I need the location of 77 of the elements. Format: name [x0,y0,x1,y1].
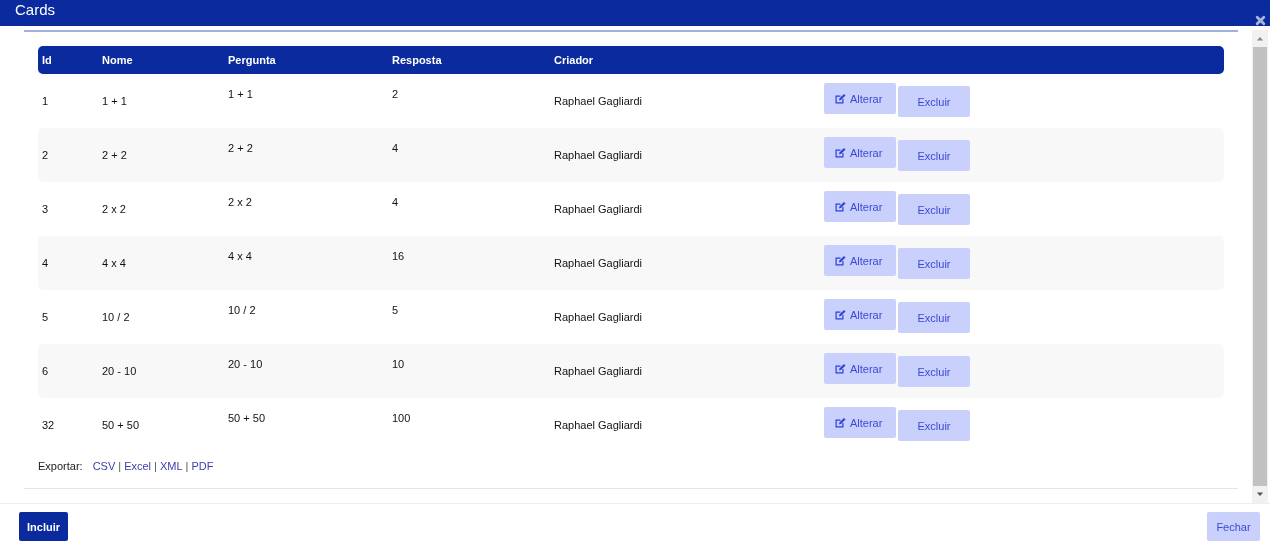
edit-icon [834,362,846,375]
table-cell-text: 5 [41,311,50,323]
export-link[interactable]: XML [159,460,183,472]
table-cell-text: 10 / 2 [102,311,131,323]
table-cell-text: Raphael Gagliardi [554,257,644,269]
edit-button[interactable]: Alterar [824,299,896,330]
export-link[interactable]: PDF [191,460,214,472]
table-cell-text: 100 [392,412,412,424]
scroll-down-icon[interactable] [1256,492,1264,497]
table-cell-text: 10 / 2 [228,304,257,316]
edit-icon [834,146,846,159]
edit-button[interactable]: Alterar [824,407,896,438]
column-header: Pergunta [228,54,277,66]
close-icon[interactable] [1255,14,1266,26]
table-cell-text: 2 + 2 [228,142,254,154]
edit-button[interactable]: Alterar [824,83,896,114]
delete-button[interactable]: Excluir [898,302,970,333]
scrollbar-thumb[interactable] [1253,47,1267,486]
table-cell-text: Raphael Gagliardi [554,95,644,107]
table-cell-text: 1 [41,95,50,107]
column-header: Resposta [392,54,443,66]
include-button[interactable]: Incluir [19,512,68,541]
table-cell-text: 2 [392,88,400,100]
table-cell-text: 2 [41,149,50,161]
edit-button[interactable]: Alterar [824,245,896,276]
delete-button[interactable]: Excluir [898,356,970,387]
window-title: Cards [15,0,55,18]
table-cell-text: 20 - 10 [102,365,138,377]
edit-button[interactable]: Alterar [824,353,896,384]
table-cell-text: 32 [41,419,56,431]
delete-button[interactable]: Excluir [898,140,970,171]
separator: | [185,460,189,472]
table-cell-text: 3 [41,203,50,215]
table-cell-text: 1 + 1 [228,88,254,100]
table-cell-text: 4 x 4 [228,250,253,262]
table-cell-text: Raphael Gagliardi [554,365,644,377]
delete-button[interactable]: Excluir [898,86,970,117]
close-button[interactable]: Fechar [1207,512,1260,541]
scrollbar[interactable] [1252,30,1268,503]
table-cell-text: 4 [392,142,400,154]
export-link[interactable]: Excel [124,460,152,472]
edit-icon [834,254,846,267]
edit-button[interactable]: Alterar [824,137,896,168]
column-header: Id [41,54,53,66]
delete-button[interactable]: Excluir [898,194,970,225]
scroll-up-icon[interactable] [1256,36,1264,41]
edit-icon [834,200,846,213]
column-header: Nome [102,54,134,66]
edit-icon [834,308,846,321]
table-cell-text: 4 [392,196,400,208]
table-cell-text: 2 x 2 [102,203,127,215]
edit-icon [834,416,846,429]
table-cell-text: 6 [41,365,50,377]
export-label: Exportar: [38,460,83,472]
separator: | [118,460,122,472]
table-cell-text: 16 [392,250,406,262]
table-cell-text: 2 x 2 [228,196,253,208]
export-link[interactable]: CSV [92,460,116,472]
edit-button[interactable]: Alterar [824,191,896,222]
table-cell-text: 1 + 1 [102,95,128,107]
table-cell-text: 20 - 10 [228,358,264,370]
table-cell-text: 50 + 50 [228,412,266,424]
table-cell-text: Raphael Gagliardi [554,203,644,215]
table-cell-text: 2 + 2 [102,149,128,161]
delete-button[interactable]: Excluir [898,410,970,441]
edit-icon [834,92,846,105]
table-cell-text: Raphael Gagliardi [554,311,644,323]
table-cell-text: 4 [41,257,50,269]
delete-button[interactable]: Excluir [898,248,970,279]
separator: | [154,460,157,472]
table-cell-text: 4 x 4 [102,257,127,269]
column-header: Criador [554,54,595,66]
table-cell-text: 50 + 50 [102,419,140,431]
table-cell-text: 10 [392,358,406,370]
table-cell-text: 5 [392,304,400,316]
table-cell-text: Raphael Gagliardi [554,149,644,161]
table-cell-text: Raphael Gagliardi [554,419,644,431]
